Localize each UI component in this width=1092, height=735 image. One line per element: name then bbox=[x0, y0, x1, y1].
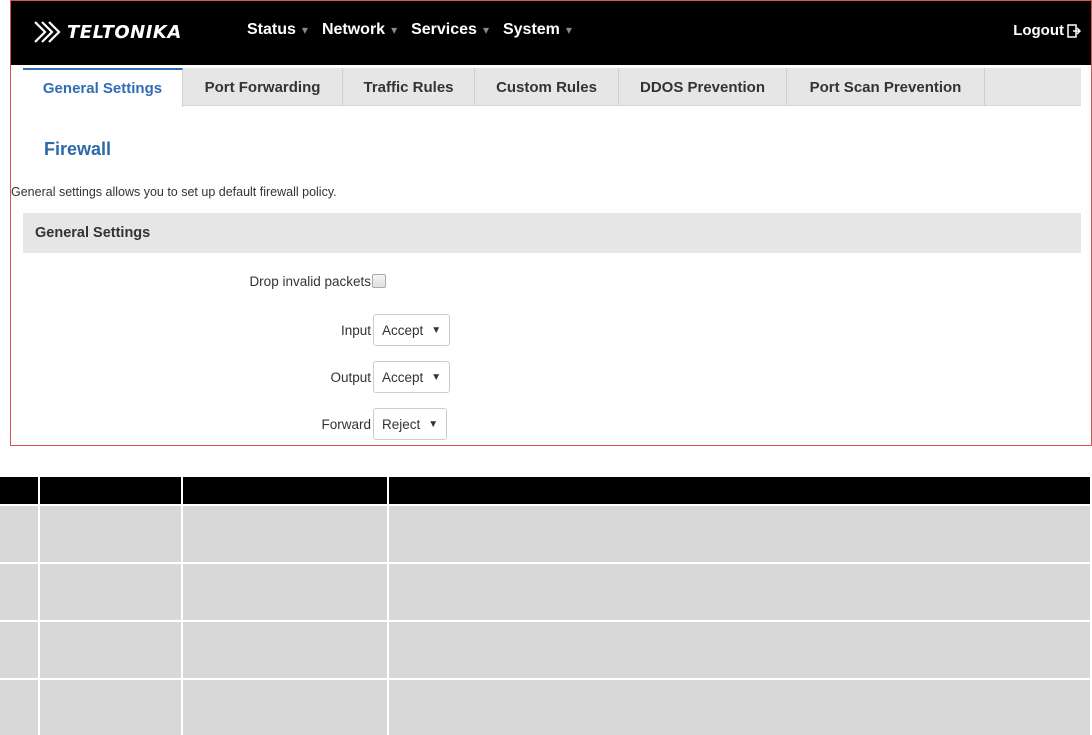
drop-invalid-row: Drop invalid packets bbox=[11, 265, 611, 297]
menu-services-label: Services bbox=[411, 21, 477, 38]
menu-network-label: Network bbox=[321, 21, 386, 38]
table-cell bbox=[40, 564, 183, 622]
table-cell bbox=[0, 622, 40, 680]
dropdown-arrow-icon: ▼ bbox=[428, 418, 439, 430]
logo-text: TELTONIKA bbox=[67, 21, 182, 43]
table-header-cell bbox=[183, 477, 389, 506]
table-cell bbox=[0, 506, 40, 564]
table-cell bbox=[389, 680, 1092, 735]
input-policy-select[interactable]: Accept ▼ bbox=[373, 314, 451, 346]
chevron-down-icon: ▾ bbox=[301, 23, 308, 37]
dropdown-arrow-icon: ▼ bbox=[431, 371, 442, 383]
table-header-cell bbox=[0, 477, 40, 506]
forward-policy-row: Forward Reject ▼ bbox=[11, 408, 611, 440]
page-title: Firewall bbox=[44, 139, 112, 159]
menu-system-label: System bbox=[502, 21, 560, 38]
table-cell bbox=[40, 622, 183, 680]
output-policy-value: Accept bbox=[382, 369, 424, 385]
table-header-cell bbox=[389, 477, 1092, 506]
drop-invalid-checkbox[interactable] bbox=[372, 274, 386, 288]
section-header: General Settings bbox=[23, 213, 1081, 253]
output-label: Output bbox=[330, 369, 371, 385]
tab-ddos-prevention[interactable]: DDOS Prevention bbox=[619, 68, 787, 106]
logout-button[interactable]: Logout bbox=[1013, 22, 1081, 39]
router-webui-screenshot: TELTONIKA Status ▾ Network ▾ Services ▾ … bbox=[10, 0, 1092, 446]
menu-status[interactable]: Status ▾ bbox=[247, 21, 308, 39]
table-cell bbox=[183, 622, 389, 680]
firewall-tabs: General Settings Port Forwarding Traffic… bbox=[23, 68, 1081, 107]
output-policy-select[interactable]: Accept ▼ bbox=[373, 361, 451, 393]
logout-label: Logout bbox=[1013, 22, 1064, 39]
menu-network[interactable]: Network ▾ bbox=[322, 21, 397, 39]
dropdown-arrow-icon: ▼ bbox=[431, 324, 442, 336]
chevron-down-icon: ▾ bbox=[391, 23, 398, 37]
table-cell bbox=[389, 622, 1092, 680]
teltonika-logo-icon bbox=[34, 21, 61, 43]
teltonika-logo[interactable]: TELTONIKA bbox=[31, 17, 182, 47]
table-header-cell bbox=[40, 477, 183, 506]
table-row bbox=[0, 506, 1092, 564]
table-row bbox=[0, 564, 1092, 622]
tab-general-settings[interactable]: General Settings bbox=[23, 68, 183, 107]
parameter-table bbox=[0, 477, 1092, 735]
chevron-down-icon: ▾ bbox=[482, 23, 489, 37]
tab-port-scan-prevention[interactable]: Port Scan Prevention bbox=[787, 68, 985, 106]
menu-system[interactable]: System ▾ bbox=[503, 21, 572, 39]
input-policy-value: Accept bbox=[382, 322, 424, 338]
table-header-row bbox=[0, 477, 1092, 506]
forward-policy-select[interactable]: Reject ▼ bbox=[373, 408, 448, 440]
menu-services[interactable]: Services ▾ bbox=[411, 21, 489, 39]
table-cell bbox=[0, 680, 40, 735]
table-cell bbox=[40, 680, 183, 735]
tab-custom-rules[interactable]: Custom Rules bbox=[475, 68, 619, 106]
drop-invalid-label: Drop invalid packets bbox=[249, 273, 371, 289]
output-policy-row: Output Accept ▼ bbox=[11, 361, 611, 393]
table-cell bbox=[183, 506, 389, 564]
forward-label: Forward bbox=[321, 416, 371, 432]
table-row bbox=[0, 622, 1092, 680]
tab-traffic-rules[interactable]: Traffic Rules bbox=[343, 68, 475, 106]
table-cell bbox=[40, 506, 183, 564]
forward-policy-value: Reject bbox=[382, 416, 421, 432]
input-label: Input bbox=[340, 322, 371, 338]
main-menu: Status ▾ Network ▾ Services ▾ System ▾ bbox=[247, 21, 586, 39]
table-row bbox=[0, 680, 1092, 735]
table-cell bbox=[0, 564, 40, 622]
table-cell bbox=[183, 680, 389, 735]
page-description: General settings allows you to set up de… bbox=[11, 185, 337, 199]
logout-icon bbox=[1067, 23, 1081, 38]
table-cell bbox=[183, 564, 389, 622]
table-cell bbox=[389, 564, 1092, 622]
top-navigation-bar: TELTONIKA Status ▾ Network ▾ Services ▾ … bbox=[11, 1, 1091, 65]
menu-status-label: Status bbox=[247, 21, 296, 38]
chevron-down-icon: ▾ bbox=[565, 23, 572, 37]
table-cell bbox=[389, 506, 1092, 564]
input-policy-row: Input Accept ▼ bbox=[11, 314, 611, 346]
tab-port-forwarding[interactable]: Port Forwarding bbox=[183, 68, 343, 106]
